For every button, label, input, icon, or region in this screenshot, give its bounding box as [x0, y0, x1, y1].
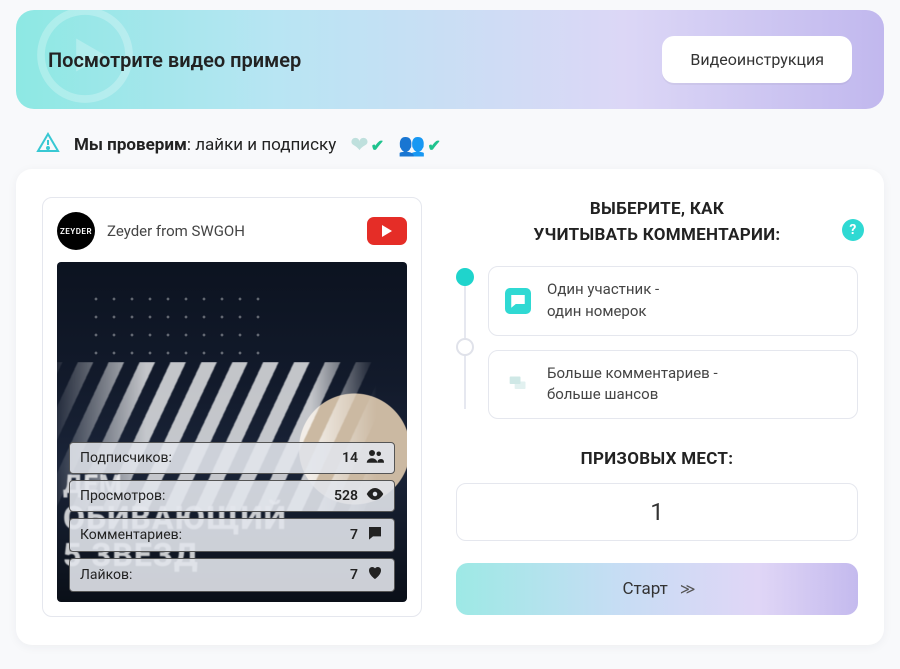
stat-value: 14: [342, 450, 358, 466]
verify-likes-icon: ❤✔: [350, 133, 384, 158]
banner-title: Посмотрите видео пример: [48, 48, 301, 72]
eye-icon: [366, 487, 384, 505]
youtube-icon: [367, 217, 407, 245]
option-node-selected: [456, 268, 474, 286]
option-one-per-user[interactable]: Один участник - один номерок: [488, 266, 858, 336]
comment-icon: [366, 525, 384, 545]
stat-label: Подписчиков:: [80, 450, 172, 466]
verify-bar: Мы проверим: лайки и подписку ❤✔ 👥✔: [16, 109, 884, 169]
prize-places-heading: ПРИЗОВЫХ МЕСТ:: [456, 449, 858, 469]
channel-name: Zeyder from SWGOH: [107, 222, 355, 240]
chevron-right-icon: ≫: [680, 580, 692, 598]
stat-subscribers: Подписчиков: 14: [69, 442, 395, 474]
stat-value: 7: [350, 567, 358, 583]
help-icon[interactable]: ?: [842, 219, 864, 241]
channel-header: ZEYDER Zeyder from SWGOH: [57, 212, 407, 250]
start-button[interactable]: Старт ≫: [456, 563, 858, 615]
warning-icon: [36, 131, 60, 159]
verify-text: Мы проверим: лайки и подписку: [74, 135, 336, 155]
verify-subs-icon: 👥✔: [398, 133, 441, 158]
stat-value: 528: [334, 488, 358, 504]
avatar: ZEYDER: [57, 212, 95, 250]
stat-value: 7: [350, 527, 358, 543]
comment-icon: [505, 288, 531, 314]
video-thumbnail[interactable]: ДЕМ ОБИВАЮЩИЙ 5 ЗВЕЗД Подписчиков: 14: [57, 262, 407, 602]
stat-label: Просмотров:: [80, 488, 165, 504]
stat-label: Лайков:: [80, 567, 132, 583]
comments-icon: [505, 371, 531, 397]
comments-mode-heading: ВЫБЕРИТЕ, КАК УЧИТЫВАТЬ КОММЕНТАРИИ: ?: [456, 197, 858, 248]
heart-icon: [366, 565, 384, 585]
option-label: Один участник - один номерок: [547, 279, 659, 323]
option-label: Больше комментариев - больше шансов: [547, 363, 718, 407]
settings-column: ВЫБЕРИТЕ, КАК УЧИТЫВАТЬ КОММЕНТАРИИ: ? О…: [456, 197, 858, 617]
stat-label: Комментариев:: [80, 527, 182, 543]
stats-box: Подписчиков: 14 Просмотров: 528: [69, 442, 395, 592]
video-instruction-button[interactable]: Видеоинструкция: [662, 36, 852, 83]
users-icon: [366, 449, 384, 467]
comment-mode-options: Один участник - один номерок Больше комм…: [456, 266, 858, 419]
prize-places-input[interactable]: [456, 483, 858, 541]
option-node: [456, 338, 474, 356]
stat-comments: Комментариев: 7: [69, 518, 395, 552]
stat-views: Просмотров: 528: [69, 480, 395, 512]
video-preview-card: ZEYDER Zeyder from SWGOH ДЕМ ОБИВАЮЩИЙ 5…: [42, 197, 422, 617]
start-label: Старт: [622, 579, 667, 599]
main-card: ZEYDER Zeyder from SWGOH ДЕМ ОБИВАЮЩИЙ 5…: [16, 169, 884, 645]
video-example-banner: Посмотрите видео пример Видеоинструкция: [16, 10, 884, 109]
stat-likes: Лайков: 7: [69, 558, 395, 592]
option-more-comments[interactable]: Больше комментариев - больше шансов: [488, 350, 858, 420]
